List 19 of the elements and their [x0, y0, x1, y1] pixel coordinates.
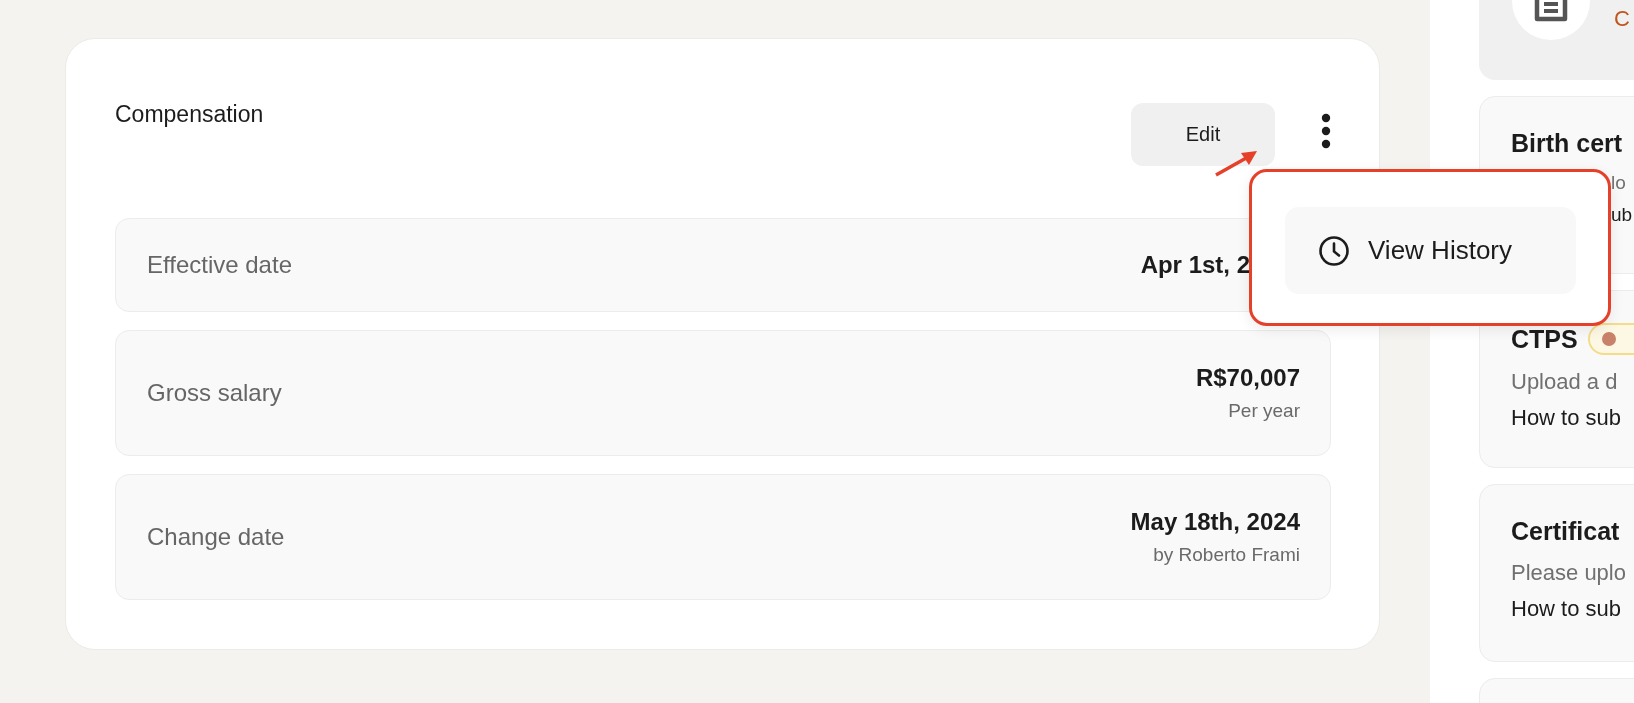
document-title: Birth cert: [1511, 129, 1623, 158]
row-value: May 18th, 2024: [1130, 508, 1300, 536]
row-label: Change date: [147, 523, 285, 551]
status-text: C: [1614, 6, 1630, 32]
row-note: by Roberto Frami: [1153, 544, 1300, 566]
row-note: Per year: [1228, 400, 1300, 422]
row-value: Apr 1st, 2: [1140, 251, 1250, 279]
document-text: Upload a d: [1511, 369, 1619, 395]
document-title: Certificat: [1511, 517, 1620, 546]
row-value: R$70,007: [1195, 364, 1300, 392]
document-text: lo: [1610, 172, 1627, 194]
document-text: How to sub: [1511, 596, 1623, 622]
document-text: How to sub: [1511, 405, 1623, 431]
document-title: CTPS: [1511, 324, 1578, 354]
row-label: Effective date: [147, 251, 292, 279]
row-label: Gross salary: [147, 379, 282, 407]
card-title: Compensation: [115, 101, 265, 128]
document-text: Please uplo: [1511, 560, 1627, 586]
document-text: ub: [1610, 204, 1634, 226]
